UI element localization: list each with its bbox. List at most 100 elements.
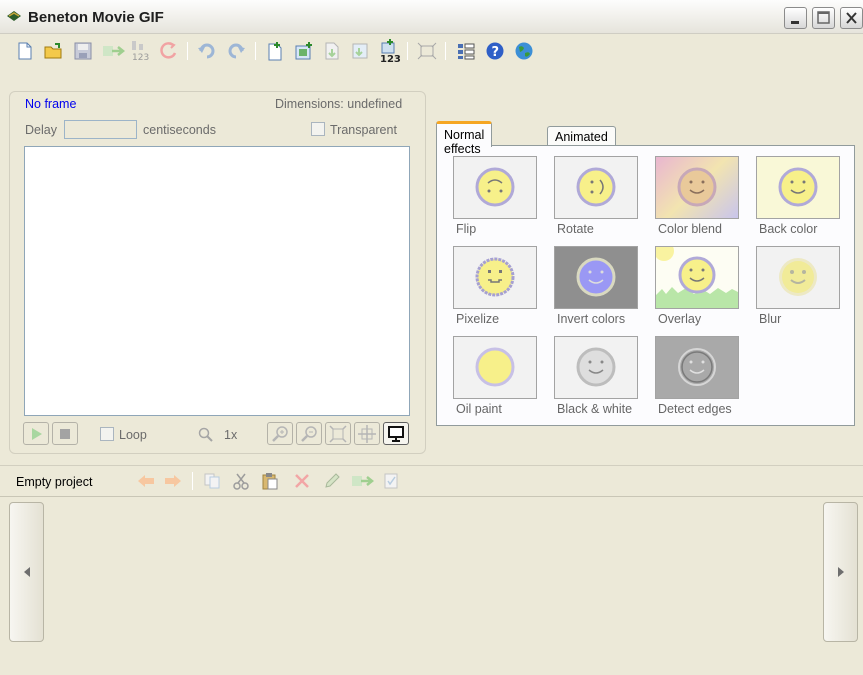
effect-thumbnail <box>756 246 840 309</box>
smiley-blur-icon <box>779 258 817 296</box>
undo-icon <box>198 43 215 59</box>
tab-animated-effects[interactable]: Animated effects <box>547 126 616 158</box>
zoom-in-button[interactable] <box>267 422 293 445</box>
effect-rotate[interactable]: Rotate <box>554 156 639 241</box>
toolbar-separator <box>187 42 188 60</box>
export-button[interactable] <box>101 40 127 62</box>
undo-button[interactable] <box>196 40 218 62</box>
renumber-button[interactable]: 123 <box>130 40 154 62</box>
transparent-checkbox[interactable] <box>311 122 325 136</box>
effect-black-and-white[interactable]: Black & white <box>554 336 639 421</box>
frame-canvas[interactable] <box>24 146 410 416</box>
title-bar: Beneton Movie GIF <box>0 0 863 34</box>
effect-blur[interactable]: Blur <box>756 246 841 331</box>
zoom-out-button[interactable] <box>296 422 322 445</box>
effect-invert-colors[interactable]: Invert colors <box>554 246 639 331</box>
fit-size-button[interactable] <box>325 422 351 445</box>
effect-overlay[interactable]: Overlay <box>654 241 740 331</box>
renumber-icon: 123 <box>132 41 149 62</box>
effect-label: Oil paint <box>456 402 502 416</box>
actual-size-button[interactable] <box>354 422 380 445</box>
effect-thumbnail <box>453 246 537 309</box>
smiley-black-white-icon <box>576 347 616 387</box>
tab-normal-effects[interactable]: Normal effects <box>436 121 493 156</box>
close-icon <box>846 12 857 24</box>
smiley-color-blend-icon <box>677 167 717 207</box>
smiley-oil-paint-icon <box>475 347 515 387</box>
arrow-right-icon <box>165 475 181 487</box>
insert-frame-icon <box>295 42 312 60</box>
redo-button[interactable] <box>225 40 247 62</box>
project-toolbar <box>0 465 863 495</box>
open-icon <box>44 43 62 59</box>
svg-text:?: ? <box>492 45 500 60</box>
main-toolbar: 123 123 ? <box>0 36 863 66</box>
effect-label: Blur <box>759 312 782 326</box>
add-frame-button[interactable] <box>264 40 286 62</box>
stop-button[interactable] <box>52 422 78 445</box>
smiley-invert-icon <box>576 257 616 297</box>
preview-button[interactable] <box>383 422 409 445</box>
effect-flip[interactable]: Flip <box>453 156 538 241</box>
open-button[interactable] <box>43 40 65 62</box>
save-button[interactable] <box>72 40 94 62</box>
delay-input[interactable] <box>64 120 137 139</box>
effect-thumbnail <box>655 336 739 399</box>
stop-icon <box>60 428 70 439</box>
resize-icon <box>417 42 437 60</box>
cut-button[interactable] <box>230 470 252 492</box>
delete-button[interactable] <box>291 470 313 492</box>
maximize-icon <box>817 11 830 24</box>
zoom-icon <box>198 427 213 442</box>
effect-thumbnail <box>756 156 840 219</box>
effect-pixelize[interactable]: Pixelize <box>453 246 538 331</box>
new-button[interactable] <box>14 40 36 62</box>
toolbar-separator <box>192 472 193 490</box>
play-button[interactable] <box>23 422 49 445</box>
resize-button[interactable] <box>416 40 438 62</box>
paste-button[interactable] <box>259 470 281 492</box>
zoom-level: 1x <box>224 428 238 442</box>
effect-thumbnail <box>554 156 638 219</box>
properties-button[interactable] <box>455 40 477 62</box>
save-icon <box>74 42 92 60</box>
export-frame-button[interactable] <box>350 470 376 492</box>
insert-frame-button[interactable] <box>293 40 315 62</box>
scroll-left-button[interactable] <box>9 502 44 642</box>
frame-status: No frame <box>25 97 77 111</box>
move-right-button[interactable] <box>162 470 184 492</box>
properties-icon <box>458 43 475 60</box>
svg-text:123: 123 <box>132 53 149 62</box>
loop-checkbox[interactable] <box>100 427 114 441</box>
cut-icon <box>233 473 249 490</box>
effect-detect-edges[interactable]: Detect edges <box>655 336 740 421</box>
effect-label: Color blend <box>658 222 722 236</box>
extract-frames-button[interactable] <box>350 40 372 62</box>
convert-button[interactable] <box>158 40 180 62</box>
close-button[interactable] <box>840 7 863 29</box>
import-frames-button[interactable] <box>322 40 344 62</box>
extract-frames-icon <box>352 43 368 59</box>
scroll-right-button[interactable] <box>823 502 858 642</box>
move-left-button[interactable] <box>135 470 157 492</box>
select-button[interactable] <box>380 470 402 492</box>
edit-button[interactable] <box>321 470 343 492</box>
web-button[interactable] <box>513 40 535 62</box>
window-title: Beneton Movie GIF <box>28 9 164 26</box>
effect-thumbnail <box>654 241 739 309</box>
maximize-button[interactable] <box>812 7 835 29</box>
fit-size-icon <box>329 424 347 443</box>
toolbar-separator <box>255 42 256 60</box>
minimize-button[interactable] <box>784 7 807 29</box>
effect-color-blend[interactable]: Color blend <box>655 156 740 241</box>
copy-icon <box>204 473 220 489</box>
number-frames-button[interactable]: 123 <box>377 39 403 63</box>
help-icon: ? <box>486 42 504 60</box>
frame-strip <box>0 496 863 675</box>
export-icon <box>352 476 375 486</box>
effect-oil-paint[interactable]: Oil paint <box>453 336 538 421</box>
help-button[interactable]: ? <box>484 40 506 62</box>
effect-back-color[interactable]: Back color <box>756 156 841 241</box>
copy-button[interactable] <box>201 470 223 492</box>
web-icon <box>515 42 533 60</box>
